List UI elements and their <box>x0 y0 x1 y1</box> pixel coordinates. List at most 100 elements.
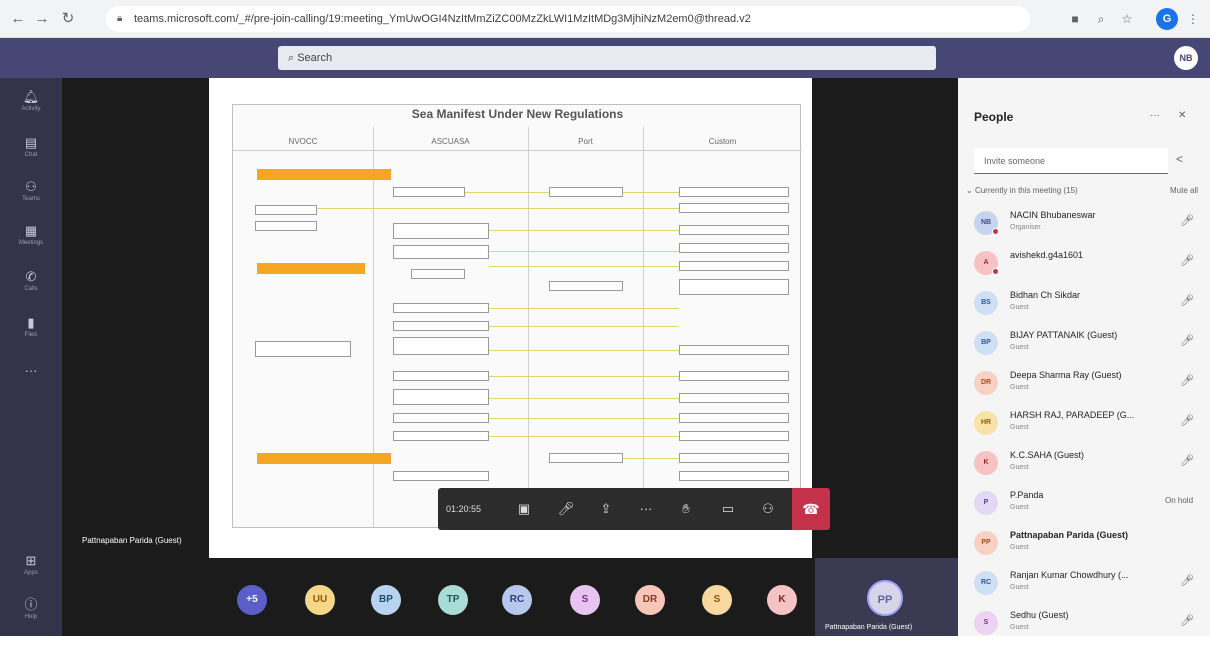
bell-icon: 🔔︎ <box>22 89 40 104</box>
flow-box <box>393 371 489 381</box>
flow-connector <box>489 350 679 351</box>
rail-item-meetings[interactable]: ▦ Meetings <box>10 222 52 258</box>
apps-icon: ⊞ <box>25 553 37 568</box>
app-rail: 🔔︎ Activity ▤ Chat ⚇ Teams ▦ Meetings ✆ Calls… <box>0 78 62 636</box>
rail-label: Activity <box>21 106 41 112</box>
flow-box <box>679 453 789 463</box>
flow-box <box>393 245 489 259</box>
camera-off-icon[interactable]: ▣ <box>514 499 534 519</box>
mic-muted-icon[interactable]: 🎤︎ <box>1180 414 1194 427</box>
flow-connector <box>489 326 679 327</box>
lane-divider <box>373 127 374 527</box>
mic-muted-icon[interactable]: 🎤︎ <box>1180 334 1194 347</box>
on-hold-status: On hold <box>1165 496 1194 505</box>
participant-avatar[interactable]: S <box>570 585 600 615</box>
bookmark-star-icon[interactable]: ☆ <box>1118 10 1136 28</box>
lane-ascuasa: ASCUASA <box>373 133 528 151</box>
overflow-participants-bubble[interactable]: +5 <box>237 585 267 615</box>
participant-avatar[interactable]: TP <box>438 585 468 615</box>
more-apps-button[interactable]: ··· <box>10 362 52 398</box>
search-input[interactable]: ⌕ Search <box>278 46 936 70</box>
self-avatar: PP <box>867 580 903 616</box>
raise-hand-icon[interactable]: ✋︎ <box>676 499 696 519</box>
zoom-icon[interactable]: ⌕ <box>1092 10 1110 28</box>
teams-icon: ⚇ <box>25 179 37 194</box>
browser-profile-avatar[interactable]: G <box>1156 8 1178 30</box>
rail-item-teams[interactable]: ⚇ Teams <box>10 178 52 214</box>
mic-muted-icon[interactable]: 🎤︎ <box>1180 214 1194 227</box>
participant-avatar[interactable]: UU <box>305 585 335 615</box>
mic-muted-icon[interactable]: 🎤︎ <box>1180 614 1194 627</box>
rail-item-activity[interactable]: 🔔︎ Activity <box>10 88 52 124</box>
mic-muted-icon[interactable]: 🎤︎ <box>1180 254 1194 267</box>
participant-avatar: RC <box>974 571 998 595</box>
mic-muted-icon[interactable]: 🎤︎ <box>1180 294 1194 307</box>
attendee-section-header[interactable]: ⌄ Currently in this meeting (15) <box>966 186 1078 195</box>
participant-row[interactable]: BP BIJAY PATTANAIK (Guest) Guest 🎤︎ <box>958 322 1210 366</box>
flow-orange-bar <box>257 453 391 464</box>
reload-icon[interactable]: ↻ <box>58 9 78 29</box>
flow-orange-bar <box>257 169 391 180</box>
share-screen-icon[interactable]: ⇪ <box>596 499 616 519</box>
mic-muted-icon[interactable]: 🎤︎ <box>1180 374 1194 387</box>
flow-box <box>679 261 789 271</box>
participant-strip: +5 UU BP TP RC S DR S K <box>62 558 815 636</box>
participant-row[interactable]: P P.Panda Guest On hold <box>958 482 1210 526</box>
participant-avatar: HR <box>974 411 998 435</box>
rail-item-apps[interactable]: ⊞ Apps <box>10 552 52 588</box>
participant-role: Guest <box>1010 344 1029 351</box>
mic-muted-icon[interactable]: 🎤︎ <box>1180 574 1194 587</box>
forward-arrow-icon[interactable]: → <box>32 9 52 29</box>
participant-row[interactable]: NB NACIN Bhubaneswar Organiser 🎤︎ <box>958 202 1210 246</box>
participant-name: Bidhan Ch Sikdar <box>1010 290 1081 300</box>
more-options-icon[interactable]: ··· <box>1150 110 1160 121</box>
hang-up-button[interactable]: ☎︎ <box>792 488 830 530</box>
mute-all-button[interactable]: Mute all <box>1170 186 1198 195</box>
participant-avatar[interactable]: RC <box>502 585 532 615</box>
participant-role: Guest <box>1010 424 1029 431</box>
presenter-name: Pattnapaban Parida (Guest) <box>82 536 182 545</box>
participant-row[interactable]: Aavishekd.g4a1601 🎤︎ <box>958 242 1210 286</box>
participant-row[interactable]: HR HARSH RAJ, PARADEEP (G... Guest 🎤︎ <box>958 402 1210 446</box>
camera-permission-icon[interactable]: ■ <box>1066 10 1084 28</box>
participants-toggle-icon[interactable]: ⚇ <box>758 499 778 519</box>
participant-role: Guest <box>1010 464 1029 471</box>
more-actions-icon[interactable]: ··· <box>636 499 656 519</box>
participant-row[interactable]: PP Pattnapaban Parida (Guest) Guest <box>958 522 1210 566</box>
participant-avatar[interactable]: DR <box>635 585 665 615</box>
flow-box <box>679 471 789 481</box>
rail-item-help[interactable]: ⓘ Help <box>10 596 52 632</box>
participant-row[interactable]: RC Ranjan Kumar Chowdhury (... Guest 🎤︎ <box>958 562 1210 606</box>
chat-toggle-icon[interactable]: ▭ <box>718 499 738 519</box>
user-avatar[interactable]: NB <box>1174 46 1198 70</box>
presence-dot <box>992 268 999 275</box>
participant-row[interactable]: K K.C.SAHA (Guest) Guest 🎤︎ <box>958 442 1210 486</box>
rail-item-files[interactable]: ▮ Files <box>10 314 52 350</box>
mic-muted-icon[interactable]: 🎤︎ <box>1180 454 1194 467</box>
flow-box <box>679 225 789 235</box>
share-link-icon[interactable]: < <box>1176 152 1183 166</box>
flow-box <box>255 205 317 215</box>
participant-row[interactable]: S Sedhu (Guest) Guest 🎤︎ <box>958 602 1210 646</box>
participant-row[interactable]: DR Deepa Sharma Ray (Guest) Guest 🎤︎ <box>958 362 1210 406</box>
rail-label: Teams <box>22 196 40 202</box>
flow-connector <box>489 398 679 399</box>
close-icon[interactable]: ✕ <box>1178 110 1186 121</box>
participant-avatar[interactable]: K <box>767 585 797 615</box>
invite-input[interactable]: Invite someone <box>974 148 1168 174</box>
flow-connector <box>317 208 679 209</box>
participant-avatar: P <box>974 491 998 515</box>
rail-item-chat[interactable]: ▤ Chat <box>10 134 52 170</box>
back-arrow-icon[interactable]: ← <box>8 9 28 29</box>
participant-avatar[interactable]: S <box>702 585 732 615</box>
participant-row[interactable]: BS Bidhan Ch Sikdar Guest 🎤︎ <box>958 282 1210 326</box>
participant-avatar[interactable]: BP <box>371 585 401 615</box>
rail-item-calls[interactable]: ✆ Calls <box>10 268 52 304</box>
mic-muted-icon[interactable]: 🎤︎ <box>556 499 576 519</box>
participant-avatar: S <box>974 611 998 635</box>
address-bar[interactable]: 🔒︎ teams.microsoft.com/_#/pre-join-calli… <box>106 6 1030 32</box>
flow-box <box>393 187 465 197</box>
self-name: Pattnapaban Parida (Guest) <box>825 624 913 631</box>
flow-box <box>393 413 489 423</box>
browser-menu-icon[interactable]: ⋮ <box>1184 10 1202 28</box>
